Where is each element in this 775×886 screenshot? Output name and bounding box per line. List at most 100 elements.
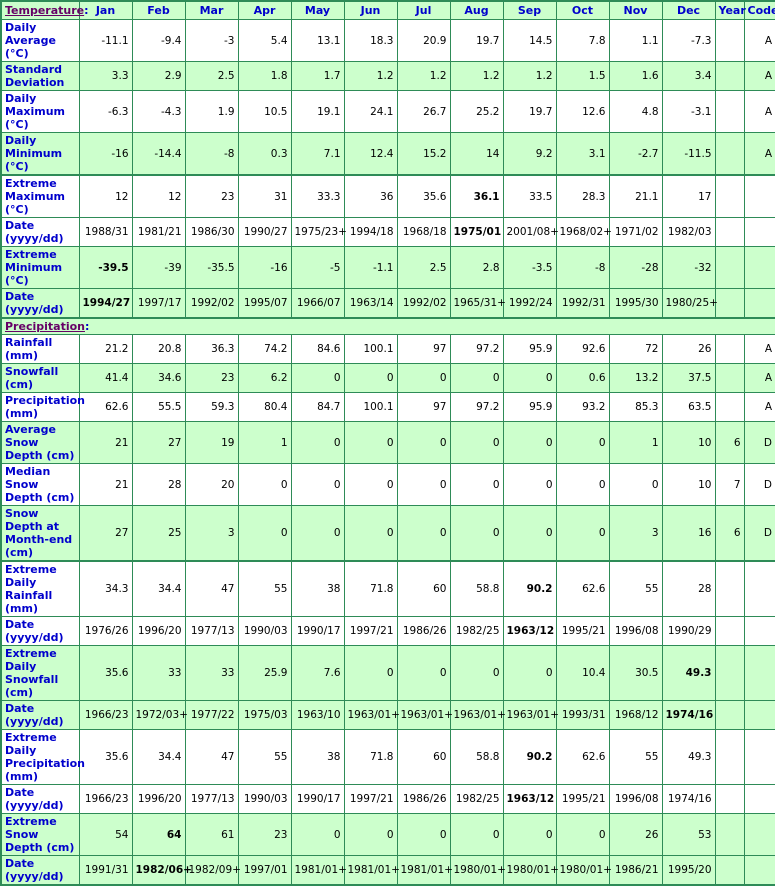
cell-apr: 1990/03 [237,616,292,646]
cell-may: 0 [290,463,345,506]
cell-mar: 2.5 [184,61,239,91]
table-row: Extreme Maximum (°C) 12 12 23 31 33.3 36 35.6 36… [0,174,775,218]
precipitation-link[interactable]: Precipitation [5,320,85,333]
cell-mar: 1977/13 [184,616,239,646]
cell-nov: 3 [608,505,663,562]
cell-oct: 0 [555,421,610,464]
cell-apr: 6.2 [237,363,292,393]
cell-jan: 21.2 [78,334,133,364]
precipitation-section: Rainfall (mm) 21.2 20.8 36.3 74.2 84.6 100.1 97… [0,334,775,886]
cell-nov: 1996/08 [608,784,663,814]
cell-jul: 0 [396,463,451,506]
table-row: Date (yyyy/dd) 1991/31 1982/06+ 1982/09+ 199… [0,855,775,886]
cell-apr: 74.2 [237,334,292,364]
table-row: Extreme Daily Precipitation (mm) 35.6 34.4… [0,729,775,785]
cell-nov: 13.2 [608,363,663,393]
cell-code: A [743,334,775,364]
temperature-link[interactable]: Temperature [5,4,84,17]
cell-may: 84.6 [290,334,345,364]
column-header-oct: Oct [555,0,610,20]
cell-aug: 1.2 [449,61,504,91]
cell-apr: 1990/27 [237,217,292,247]
cell-sep: 95.9 [502,334,557,364]
cell-year [714,174,745,218]
cell-aug: 58.8 [449,729,504,785]
cell-jan: 21 [78,463,133,506]
row-label: Extreme Maximum (°C) [0,174,80,218]
climate-normals-table: Temperature: Jan Feb Mar Apr May Jun Jul Aug Sep… [0,0,775,886]
cell-nov: 85.3 [608,392,663,422]
cell-feb: 34.6 [131,363,186,393]
cell-nov: 1.6 [608,61,663,91]
cell-jan: 21 [78,421,133,464]
cell-nov: 4.8 [608,90,663,133]
row-label: Date (yyyy/dd) [0,288,80,319]
cell-apr: 55 [237,729,292,785]
cell-may: 0 [290,505,345,562]
cell-oct: -8 [555,246,610,289]
cell-jan: 62.6 [78,392,133,422]
cell-mar: 47 [184,729,239,785]
cell-jun: 0 [343,645,398,701]
cell-mar: 1992/02 [184,288,239,319]
cell-code: A [743,61,775,91]
cell-jul: 1986/26 [396,784,451,814]
cell-aug: 97.2 [449,392,504,422]
cell-mar: 23 [184,363,239,393]
cell-oct: 0.6 [555,363,610,393]
cell-year [714,700,745,730]
cell-year [714,784,745,814]
table-row: Daily Minimum (°C) -16 -14.4 -8 0.3 7.1 12.4 15… [0,132,775,176]
cell-oct: 62.6 [555,560,610,617]
cell-dec: 53 [661,813,716,856]
cell-year [714,363,745,393]
cell-apr: 25.9 [237,645,292,701]
cell-feb: 1972/03+ [131,700,188,730]
cell-nov: 55 [608,729,663,785]
cell-jul: 26.7 [396,90,451,133]
cell-year [714,90,745,133]
cell-code [743,784,775,814]
column-header-code: Code [743,0,775,20]
cell-nov: 1968/12 [608,700,663,730]
cell-jan: -39.5 [78,246,133,289]
cell-nov: 1995/30 [608,288,663,319]
table-row: Daily Maximum (°C) -6.3 -4.3 1.9 10.5 19.1 24.… [0,90,775,133]
cell-apr: 31 [237,174,292,218]
table-row: Date (yyyy/dd) 1988/31 1981/21 1986/30 1990/… [0,217,775,247]
colon: : [84,320,90,333]
cell-aug: 0 [449,645,504,701]
cell-may: 13.1 [290,19,345,62]
cell-sep: 1980/01+ [502,855,559,886]
cell-jun: 1963/01+ [343,700,400,730]
cell-mar: 1.9 [184,90,239,133]
cell-jun: 0 [343,363,398,393]
cell-aug: 1982/25 [449,616,504,646]
cell-jan: 3.3 [78,61,133,91]
cell-code [743,217,775,247]
cell-jan: 27 [78,505,133,562]
cell-dec: 1974/16 [661,784,716,814]
cell-aug: 0 [449,505,504,562]
cell-oct: 28.3 [555,174,610,218]
cell-code [743,174,775,218]
cell-jul: 0 [396,645,451,701]
row-label: Standard Deviation [0,61,80,91]
column-header-nov: Nov [608,0,663,20]
cell-year [714,616,745,646]
cell-feb: 64 [131,813,186,856]
row-label: Extreme Daily Snowfall (cm) [0,645,80,701]
cell-feb: -4.3 [131,90,186,133]
cell-apr: 0.3 [237,132,292,176]
cell-apr: 55 [237,560,292,617]
cell-sep: 19.7 [502,90,557,133]
cell-code: A [743,19,775,62]
cell-mar: -8 [184,132,239,176]
cell-jul: 1968/18 [396,217,451,247]
cell-sep: 1963/01+ [502,700,559,730]
cell-nov: -2.7 [608,132,663,176]
table-row: Extreme Daily Snowfall (cm) 35.6 33 33 25.9 7… [0,645,775,701]
cell-may: 1990/17 [290,616,345,646]
cell-feb: 1982/06+ [131,855,192,886]
cell-oct: 1995/21 [555,784,610,814]
